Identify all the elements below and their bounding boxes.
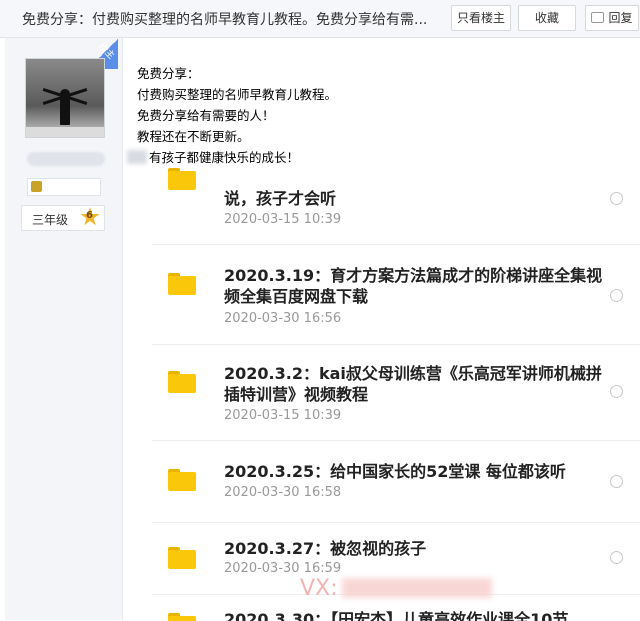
level-number: 6 <box>86 210 93 221</box>
folder-body <box>168 550 196 569</box>
intro-line-text: 有孩子都健康快乐的成长！ <box>149 150 300 165</box>
file-row[interactable]: 2020.3.2：kai叔父母训练营《乐高冠军讲师机械拼插特训营》视频教程 20… <box>152 344 640 433</box>
favorite-button[interactable]: 收藏 <box>518 5 576 31</box>
member-badge-icon <box>31 181 42 192</box>
file-select-radio[interactable] <box>610 385 623 398</box>
folder-icon <box>168 547 196 569</box>
thread-title: 免费分享：付费购买整理的名师早教育儿教程。免费分享给有需... <box>22 12 428 28</box>
file-name: 2020.3.19：育才方案方法篇成才的阶梯讲座全集视频全集百度网盘下载 <box>224 266 603 306</box>
file-select-radio[interactable] <box>610 551 623 564</box>
file-date: 2020-03-30 16:59 <box>224 561 342 576</box>
username-blurred[interactable] <box>27 152 105 166</box>
folder-body <box>168 171 196 190</box>
reply-button[interactable]: 回复 <box>585 5 639 31</box>
level-name: 三年级 <box>32 213 69 227</box>
file-name: 2020.3.27：被忽视的孩子 <box>224 539 427 558</box>
reply-button-label: 回复 <box>608 11 633 25</box>
blur-mark <box>127 150 147 164</box>
folder-body <box>168 374 196 393</box>
watermark: VX: <box>300 576 492 601</box>
intro-line: 免费分享： <box>137 66 200 81</box>
file-date: 2020-03-30 16:56 <box>224 311 342 326</box>
intro-line: 付费购买整理的名师早教育儿教程。 <box>137 87 338 102</box>
watermark-smudge <box>341 578 492 598</box>
thread-header-bar: 免费分享：付费购买整理的名师早教育儿教程。免费分享给有需... 只看楼主 收藏 … <box>0 0 640 38</box>
intro-line: 教程还在不断更新。 <box>137 129 250 144</box>
folder-body <box>168 616 196 621</box>
folder-icon <box>168 469 196 491</box>
avatar-figure <box>60 89 70 125</box>
folder-body <box>168 276 196 295</box>
file-row[interactable]: 说，孩子才会听 2020-03-15 10:39 <box>152 168 640 236</box>
file-row[interactable]: 2020.3.25：给中国家长的52堂课 每位都该听 2020-03-30 16… <box>152 440 640 515</box>
folder-icon <box>168 371 196 393</box>
post-intro: 免费分享： 付费购买整理的名师早教育儿教程。 免费分享给有需要的人！ 教程还在不… <box>127 63 437 168</box>
file-name: 2020.3.25：给中国家长的52堂课 每位都该听 <box>224 462 566 481</box>
file-row[interactable]: 2020.3.19：育才方案方法篇成才的阶梯讲座全集视频全集百度网盘下载 202… <box>152 244 640 337</box>
avatar[interactable] <box>25 58 105 138</box>
file-select-radio[interactable] <box>610 192 623 205</box>
member-icon-box <box>27 178 101 196</box>
intro-line: 有孩子都健康快乐的成长！ <box>127 147 437 168</box>
only-host-button[interactable]: 只看楼主 <box>451 5 511 31</box>
comment-icon <box>591 12 605 23</box>
file-select-radio[interactable] <box>610 289 623 302</box>
file-name: 2020.3.2：kai叔父母训练营《乐高冠军讲师机械拼插特训营》视频教程 <box>224 364 602 404</box>
file-date: 2020-03-15 10:39 <box>224 212 342 227</box>
intro-line: 免费分享给有需要的人！ <box>137 108 275 123</box>
folder-body <box>168 472 196 491</box>
level-box: 三年级 6 <box>21 205 105 231</box>
file-select-radio[interactable] <box>610 475 623 488</box>
folder-icon <box>168 168 196 190</box>
avatar-floor <box>26 127 104 137</box>
folder-icon <box>168 273 196 295</box>
watermark-text: VX: <box>300 576 338 601</box>
file-date: 2020-03-30 16:58 <box>224 485 342 500</box>
file-name: 2020.3.30：【田宏杰】儿童高效作业课全10节 <box>224 610 569 621</box>
file-date: 2020-03-15 10:39 <box>224 408 342 423</box>
file-name: 说，孩子才会听 <box>224 189 337 208</box>
